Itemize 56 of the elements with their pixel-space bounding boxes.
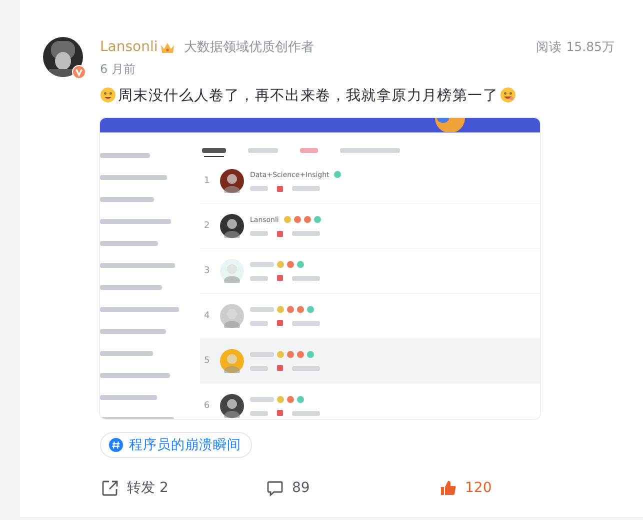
comment-button[interactable]: 89 [266, 479, 439, 497]
share-button[interactable]: 转发 2 [101, 479, 266, 497]
blurred-text [292, 276, 320, 280]
level-tag [277, 230, 283, 236]
blurred-text [250, 307, 274, 312]
blurred-text [292, 231, 320, 236]
verified-badge-icon [72, 65, 86, 79]
rank-number: 1 [204, 176, 211, 186]
blurred-text [100, 373, 170, 378]
rank-number: 6 [204, 401, 211, 411]
blurred-text [292, 320, 320, 326]
topic-tag[interactable]: 程序员的崩溃瞬间 [100, 432, 252, 458]
author-name[interactable]: Lansonli [100, 39, 158, 55]
share-icon [101, 479, 119, 497]
post-time: 6 月前 [100, 61, 136, 78]
emoji-icon [500, 87, 516, 103]
rank-number: 2 [204, 221, 211, 231]
level-tag [277, 186, 283, 192]
blurred-text [250, 262, 274, 267]
blurred-text [100, 197, 154, 202]
level-tag [277, 275, 283, 281]
rank-number: 5 [204, 356, 211, 366]
blurred-text [100, 153, 150, 158]
level-tag [277, 320, 283, 326]
level-tag [277, 365, 283, 371]
rank-number: 3 [204, 266, 211, 276]
blurred-text [250, 352, 274, 357]
blurred-text [250, 366, 268, 370]
banner-art-icon [435, 118, 465, 132]
hashtag-icon [109, 438, 123, 452]
crown-icon [160, 40, 175, 54]
post-text: 周末没什么人卷了，再不出来卷，我就拿原力月榜第一了 [118, 86, 498, 104]
blurred-text [100, 175, 167, 180]
blurred-text [100, 329, 166, 334]
blurred-text [100, 219, 171, 224]
blurred-text [100, 241, 158, 246]
blurred-text [100, 395, 157, 400]
emoji-icon [100, 87, 116, 103]
blurred-text [250, 186, 268, 191]
blurred-text [100, 351, 153, 356]
like-button[interactable]: 120 [439, 479, 492, 497]
read-count: 阅读 15.85万 [536, 39, 615, 56]
blurred-text [292, 410, 320, 416]
comment-icon [266, 479, 284, 497]
blurred-text [100, 285, 162, 290]
thumbs-up-icon [439, 479, 457, 497]
author-title: 大数据领域优质创作者 [184, 39, 314, 56]
blurred-text [250, 320, 268, 326]
blurred-text [292, 186, 320, 191]
level-tag [277, 410, 283, 416]
blurred-text [250, 231, 268, 236]
blurred-text [250, 276, 268, 280]
blurred-text [292, 366, 320, 370]
rank-number: 4 [204, 311, 211, 321]
blurred-text [250, 410, 268, 416]
blurred-text [250, 397, 274, 402]
